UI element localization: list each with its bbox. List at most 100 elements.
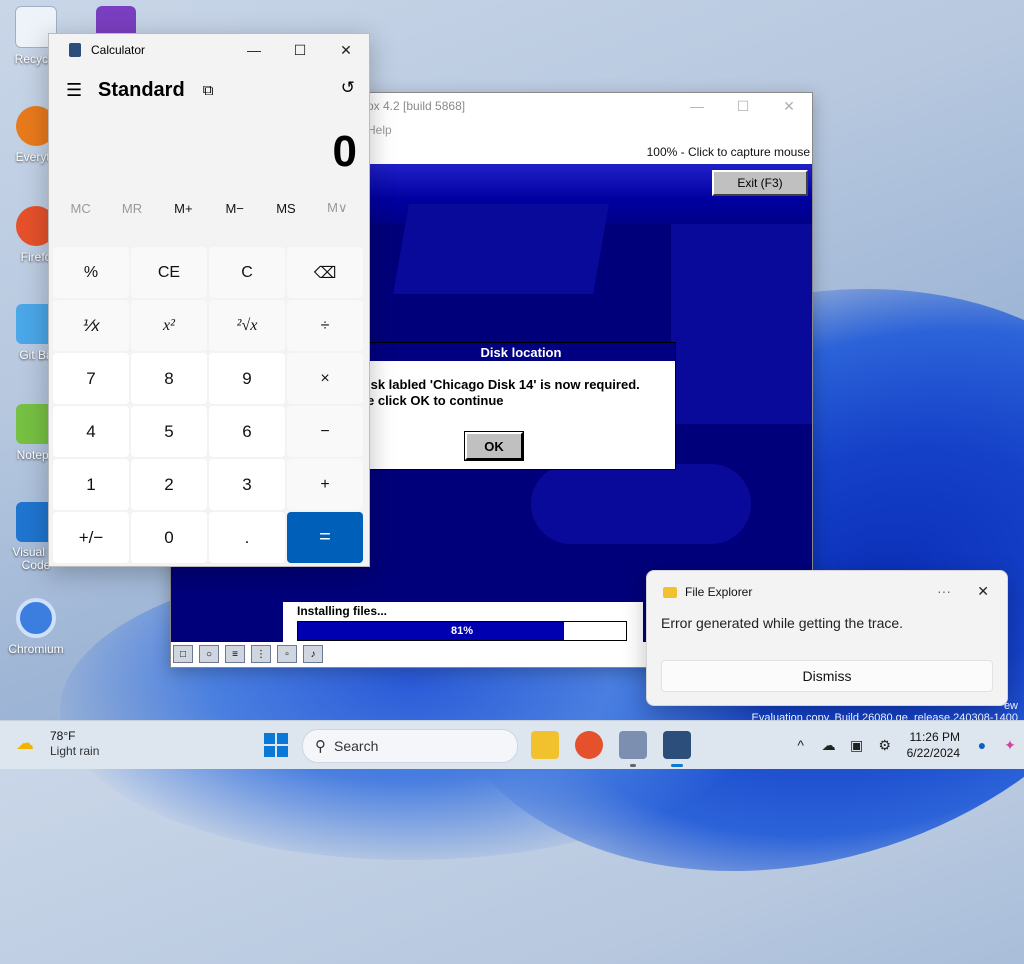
multiply-button[interactable]: × xyxy=(287,353,363,404)
windows-logo-icon xyxy=(277,746,288,757)
memory-recall-button[interactable]: MR xyxy=(106,201,157,216)
equals-button[interactable]: = xyxy=(287,512,363,563)
digit-5-button[interactable]: 5 xyxy=(131,406,207,457)
close-button[interactable]: ✕ xyxy=(323,34,369,66)
more-options-icon[interactable]: ··· xyxy=(937,583,951,599)
weather-text: 78°F Light rain xyxy=(50,729,99,759)
vm-window-controls: — ☐ ✕ xyxy=(674,93,812,119)
desktop-icon-chromium[interactable]: Chromium xyxy=(4,598,68,656)
active-indicator xyxy=(671,764,683,767)
network-icon[interactable]: ≡ xyxy=(225,645,245,663)
digit-7-button[interactable]: 7 xyxy=(53,353,129,404)
install-progress-bar: 81% xyxy=(297,621,627,641)
memory-list-button[interactable]: M∨ xyxy=(312,200,363,216)
backspace-button[interactable]: ⌫ xyxy=(287,247,363,298)
ok-button[interactable]: OK xyxy=(464,431,524,461)
display-icon[interactable]: ▫ xyxy=(277,645,297,663)
memory-row: MC MR M+ M− MS M∨ xyxy=(49,190,369,226)
calculator-display: 0 xyxy=(332,127,357,176)
digit-6-button[interactable]: 6 xyxy=(209,406,285,457)
installer-panel: Installing files... 81% xyxy=(283,602,643,642)
firefox-taskbar-icon[interactable] xyxy=(575,731,603,759)
cloud-offline-icon[interactable]: ☁ xyxy=(815,737,843,754)
search-placeholder: Search xyxy=(334,738,379,754)
progress-percent: 81% xyxy=(450,625,474,637)
decimal-button[interactable]: . xyxy=(209,512,285,563)
square-root-button[interactable]: ²√x xyxy=(209,300,285,351)
digit-3-button[interactable]: 3 xyxy=(209,459,285,510)
clear-entry-button[interactable]: CE xyxy=(131,247,207,298)
digit-4-button[interactable]: 4 xyxy=(53,406,129,457)
watermark-line-1: ew xyxy=(1003,700,1018,712)
notification-bell-icon[interactable]: ● xyxy=(968,737,996,753)
clock-date: 6/22/2024 xyxy=(906,746,960,760)
percent-button[interactable]: % xyxy=(53,247,129,298)
toast-app-name: File Explorer xyxy=(685,585,753,599)
audio-icon[interactable]: ♪ xyxy=(303,645,323,663)
calculator-taskbar-icon[interactable] xyxy=(663,731,691,759)
minimize-button[interactable]: — xyxy=(674,93,720,119)
square-button[interactable]: x² xyxy=(131,300,207,351)
windows-logo-icon xyxy=(264,733,275,744)
calculator-mode-title: Standard xyxy=(98,78,185,101)
close-button[interactable]: ✕ xyxy=(766,93,812,119)
vm-status-toolbar: □ ○ ≡ ⋮ ▫ ♪ xyxy=(171,643,323,665)
maximize-button[interactable]: ☐ xyxy=(277,34,323,66)
system-tray: ^ ☁ ▣ ⚙ 11:26 PM 6/22/2024 ● ✦ xyxy=(787,721,1024,769)
memory-add-button[interactable]: M+ xyxy=(158,201,209,216)
calculator-keypad: % CE C ⌫ ⅟x x² ²√x ÷ 7 8 9 × 4 5 6 − 1 2… xyxy=(53,247,363,563)
windows-logo-icon xyxy=(264,746,275,757)
background-shape xyxy=(531,464,751,544)
toast-message: Error generated while getting the trace. xyxy=(661,615,904,631)
file-explorer-taskbar-icon[interactable] xyxy=(531,731,559,759)
exit-button[interactable]: Exit (F3) xyxy=(712,170,808,196)
weather-widget[interactable]: ☁ 78°F Light rain xyxy=(16,729,99,759)
clock-time: 11:26 PM xyxy=(909,730,960,744)
calculator-modebar: ☰ Standard ⧉ ↺ xyxy=(49,66,369,114)
digit-0-button[interactable]: 0 xyxy=(131,512,207,563)
folder-icon xyxy=(663,586,677,598)
digit-9-button[interactable]: 9 xyxy=(209,353,285,404)
network-icon[interactable]: ▣ xyxy=(843,737,871,754)
taskbar: ☁ 78°F Light rain ⚲ Search ^ ☁ ▣ ⚙ 11:26… xyxy=(0,720,1024,769)
negate-button[interactable]: +/− xyxy=(53,512,129,563)
add-button[interactable]: + xyxy=(287,459,363,510)
keep-on-top-icon[interactable]: ⧉ xyxy=(203,82,214,99)
calculator-title: Calculator xyxy=(91,43,146,57)
weather-condition: Light rain xyxy=(50,744,100,758)
start-button[interactable] xyxy=(264,733,288,757)
digit-8-button[interactable]: 8 xyxy=(131,353,207,404)
chromium-icon xyxy=(16,598,56,638)
chevron-up-icon[interactable]: ^ xyxy=(787,737,815,753)
installer-label: Installing files... xyxy=(297,604,388,618)
digit-1-button[interactable]: 1 xyxy=(53,459,129,510)
settings-icon[interactable]: ⚙ xyxy=(871,737,899,754)
calculator-window-controls: — ☐ ✕ xyxy=(231,34,369,66)
clock[interactable]: 11:26 PM 6/22/2024 xyxy=(907,729,960,761)
disk-location-dialog: Disk location isk labled 'Chicago Disk 1… xyxy=(366,342,676,470)
close-icon[interactable]: ✕ xyxy=(977,583,989,600)
virtualbox-taskbar-icon[interactable] xyxy=(619,731,647,759)
hamburger-menu-icon[interactable]: ☰ xyxy=(66,80,82,101)
maximize-button[interactable]: ☐ xyxy=(720,93,766,119)
clear-button[interactable]: C xyxy=(209,247,285,298)
usb-icon[interactable]: ⋮ xyxy=(251,645,271,663)
dialog-message: isk labled 'Chicago Disk 14' is now requ… xyxy=(367,361,675,409)
memory-subtract-button[interactable]: M− xyxy=(209,201,260,216)
history-icon[interactable]: ↺ xyxy=(341,78,355,98)
copilot-icon[interactable]: ✦ xyxy=(996,737,1024,754)
divide-button[interactable]: ÷ xyxy=(287,300,363,351)
background-shape xyxy=(671,224,812,424)
digit-2-button[interactable]: 2 xyxy=(131,459,207,510)
memory-store-button[interactable]: MS xyxy=(260,201,311,216)
floppy-icon[interactable]: □ xyxy=(173,645,193,663)
taskbar-search[interactable]: ⚲ Search xyxy=(302,729,518,763)
cdrom-icon[interactable]: ○ xyxy=(199,645,219,663)
minimize-button[interactable]: — xyxy=(231,34,277,66)
memory-clear-button[interactable]: MC xyxy=(55,201,106,216)
reciprocal-button[interactable]: ⅟x xyxy=(53,300,129,351)
dismiss-button[interactable]: Dismiss xyxy=(661,660,993,692)
background-shape xyxy=(393,204,609,294)
toast-header: File Explorer xyxy=(647,571,1007,613)
subtract-button[interactable]: − xyxy=(287,406,363,457)
